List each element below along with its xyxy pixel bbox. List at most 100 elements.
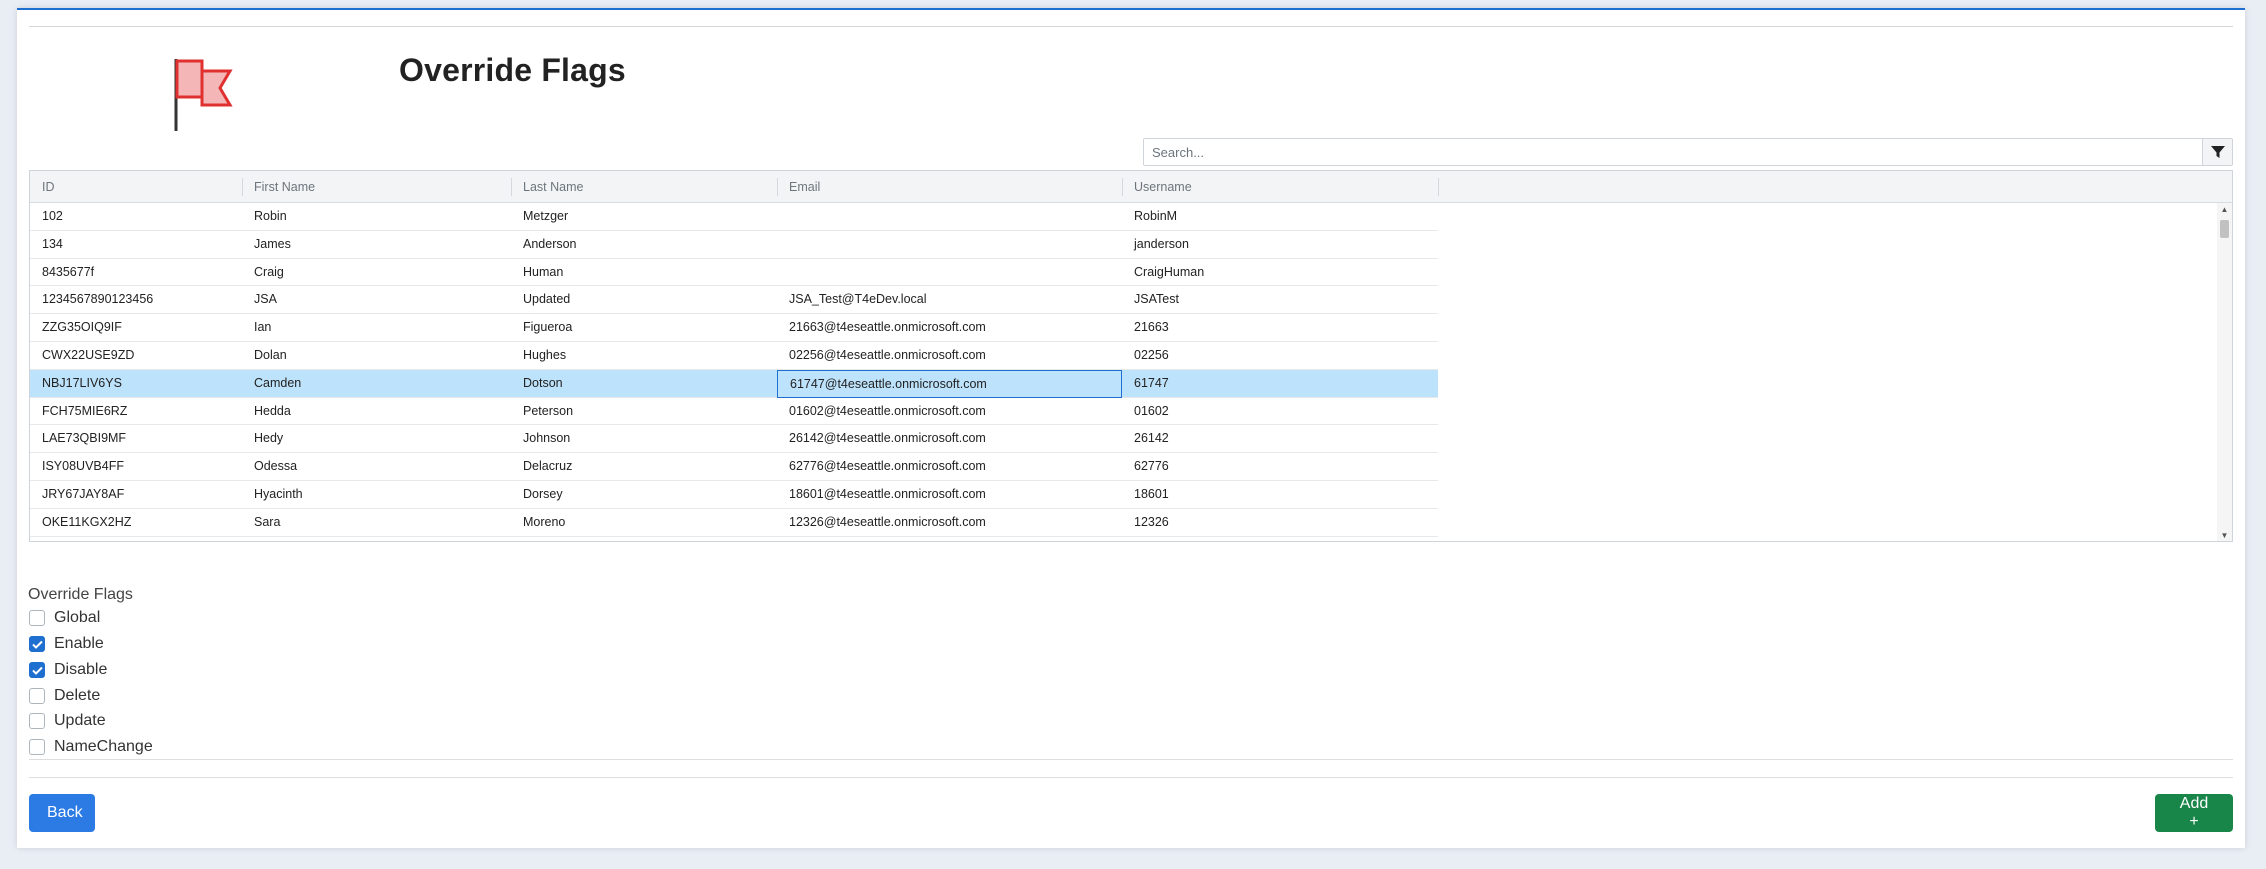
cell-email[interactable]: 18601@t4eseattle.onmicrosoft.com — [777, 481, 1122, 509]
cell-first-name[interactable]: Hedy — [242, 425, 511, 453]
column-header-id[interactable]: ID — [30, 171, 242, 203]
checkbox-namechange[interactable] — [29, 739, 45, 755]
flag-icon — [174, 59, 233, 131]
cell-username[interactable]: 61747 — [1122, 370, 1438, 398]
cell-first-name[interactable]: Camden — [242, 370, 511, 398]
cell-first-name[interactable]: Dolan — [242, 342, 511, 370]
cell-email[interactable]: 62776@t4eseattle.onmicrosoft.com — [777, 453, 1122, 481]
cell-first-name[interactable]: Craig — [242, 259, 511, 287]
cell-last-name[interactable]: Figueroa — [511, 314, 777, 342]
cell-id[interactable]: 1234567890123456 — [30, 286, 242, 314]
cell-last-name[interactable]: Human — [511, 259, 777, 287]
cell-username[interactable]: CraigHuman — [1122, 259, 1438, 287]
cell-first-name[interactable]: Odessa — [242, 453, 511, 481]
checkbox-global[interactable] — [29, 610, 45, 626]
flag-option-enable[interactable]: Enable — [29, 634, 104, 654]
cell-email[interactable]: 21663@t4eseattle.onmicrosoft.com — [777, 314, 1122, 342]
cell-id[interactable]: JRY67JAY8AF — [30, 481, 242, 509]
cell-id[interactable]: FCH75MIE6RZ — [30, 398, 242, 426]
cell-first-name[interactable]: JSA — [242, 286, 511, 314]
cell-email[interactable]: 02256@t4eseattle.onmicrosoft.com — [777, 342, 1122, 370]
table-row[interactable]: LAE73QBI9MF Hedy Johnson 26142@t4eseattl… — [30, 425, 1438, 454]
table-row[interactable]: CWX22USE9ZD Dolan Hughes 02256@t4eseattl… — [30, 342, 1438, 370]
column-header-email[interactable]: Email — [777, 171, 1122, 203]
cell-last-name[interactable]: Hughes — [511, 342, 777, 370]
cell-id[interactable]: 134 — [30, 231, 242, 259]
flag-option-disable[interactable]: Disable — [29, 660, 107, 680]
table-row[interactable]: OKE11KGX2HZ Sara Moreno 12326@t4eseattle… — [30, 509, 1438, 537]
column-separator[interactable] — [1438, 178, 1439, 196]
cell-username[interactable]: 01602 — [1122, 398, 1438, 426]
cell-first-name[interactable]: Sara — [242, 509, 511, 537]
cell-username[interactable]: 18601 — [1122, 481, 1438, 509]
cell-id[interactable]: CWX22USE9ZD — [30, 342, 242, 370]
cell-username[interactable]: janderson — [1122, 231, 1438, 259]
cell-last-name[interactable]: Metzger — [511, 203, 777, 231]
column-header-first-name[interactable]: First Name — [242, 171, 511, 203]
scroll-down-arrow-icon[interactable]: ▼ — [2217, 531, 2232, 541]
flag-option-global[interactable]: Global — [29, 608, 100, 628]
cell-last-name[interactable]: Johnson — [511, 425, 777, 453]
table-row[interactable]: 8435677f Craig Human CraigHuman — [30, 259, 1438, 287]
cell-id[interactable]: 102 — [30, 203, 242, 231]
cell-id[interactable]: ISY08UVB4FF — [30, 453, 242, 481]
column-header-username[interactable]: Username — [1122, 171, 1438, 203]
flag-option-namechange[interactable]: NameChange — [29, 737, 153, 757]
cell-last-name[interactable]: Dotson — [511, 370, 777, 398]
search-input[interactable] — [1144, 139, 2190, 165]
cell-username[interactable]: JSATest — [1122, 286, 1438, 314]
cell-last-name[interactable]: Delacruz — [511, 453, 777, 481]
table-row-selected[interactable]: NBJ17LIV6YS Camden Dotson 61747@t4eseatt… — [30, 369, 1438, 398]
cell-username[interactable]: 21663 — [1122, 314, 1438, 342]
checkbox-disable[interactable] — [29, 662, 45, 678]
cell-id[interactable]: 8435677f — [30, 259, 242, 287]
table-row[interactable]: 134 James Anderson janderson — [30, 231, 1438, 259]
scroll-up-arrow-icon[interactable]: ▲ — [2217, 205, 2232, 215]
cell-email[interactable] — [777, 203, 1122, 231]
checkbox-update[interactable] — [29, 713, 45, 729]
flag-option-label: Delete — [54, 687, 101, 704]
cell-last-name[interactable]: Peterson — [511, 398, 777, 426]
cell-id[interactable]: ZZG35OIQ9IF — [30, 314, 242, 342]
table-row[interactable]: 1234567890123456 JSA Updated JSA_Test@T4… — [30, 286, 1438, 315]
cell-email-focused[interactable]: 61747@t4eseattle.onmicrosoft.com — [777, 369, 1122, 398]
checkbox-delete[interactable] — [29, 688, 45, 704]
add-button[interactable]: Add + — [2155, 794, 2233, 832]
column-header-last-name[interactable]: Last Name — [511, 171, 777, 203]
flag-option-update[interactable]: Update — [29, 711, 106, 731]
table-row[interactable]: ISY08UVB4FF Odessa Delacruz 62776@t4esea… — [30, 453, 1438, 481]
cell-first-name[interactable]: Hyacinth — [242, 481, 511, 509]
cell-email[interactable]: 26142@t4eseattle.onmicrosoft.com — [777, 425, 1122, 453]
cell-username[interactable]: 26142 — [1122, 425, 1438, 453]
cell-username[interactable]: RobinM — [1122, 203, 1438, 231]
cell-last-name[interactable]: Dorsey — [511, 481, 777, 509]
cell-last-name[interactable]: Moreno — [511, 509, 777, 537]
table-row[interactable]: ZZG35OIQ9IF Ian Figueroa 21663@t4eseattl… — [30, 314, 1438, 342]
cell-email[interactable] — [777, 231, 1122, 259]
cell-username[interactable]: 02256 — [1122, 342, 1438, 370]
cell-email[interactable]: 01602@t4eseattle.onmicrosoft.com — [777, 398, 1122, 426]
table-row[interactable]: 102 Robin Metzger RobinM — [30, 203, 1438, 231]
cell-email[interactable] — [777, 259, 1122, 287]
cell-first-name[interactable]: Hedda — [242, 398, 511, 426]
cell-last-name[interactable]: Anderson — [511, 231, 777, 259]
cell-first-name[interactable]: Ian — [242, 314, 511, 342]
cell-id[interactable]: LAE73QBI9MF — [30, 425, 242, 453]
cell-id[interactable]: NBJ17LIV6YS — [30, 370, 242, 398]
flag-option-delete[interactable]: Delete — [29, 686, 100, 706]
table-row[interactable]: JRY67JAY8AF Hyacinth Dorsey 18601@t4esea… — [30, 481, 1438, 509]
cell-username[interactable]: 62776 — [1122, 453, 1438, 481]
cell-email[interactable]: JSA_Test@T4eDev.local — [777, 286, 1122, 314]
cell-first-name[interactable]: Robin — [242, 203, 511, 231]
grid-scrollbar[interactable]: ▲ ▼ — [2217, 203, 2232, 541]
cell-id[interactable]: OKE11KGX2HZ — [30, 509, 242, 537]
scroll-thumb[interactable] — [2220, 220, 2229, 238]
cell-first-name[interactable]: James — [242, 231, 511, 259]
table-row[interactable]: FCH75MIE6RZ Hedda Peterson 01602@t4eseat… — [30, 398, 1438, 426]
cell-last-name[interactable]: Updated — [511, 286, 777, 314]
cell-email[interactable]: 12326@t4eseattle.onmicrosoft.com — [777, 509, 1122, 537]
checkbox-enable[interactable] — [29, 636, 45, 652]
cell-username[interactable]: 12326 — [1122, 509, 1438, 537]
back-button[interactable]: Back — [29, 794, 95, 832]
filter-button[interactable] — [2202, 139, 2232, 165]
